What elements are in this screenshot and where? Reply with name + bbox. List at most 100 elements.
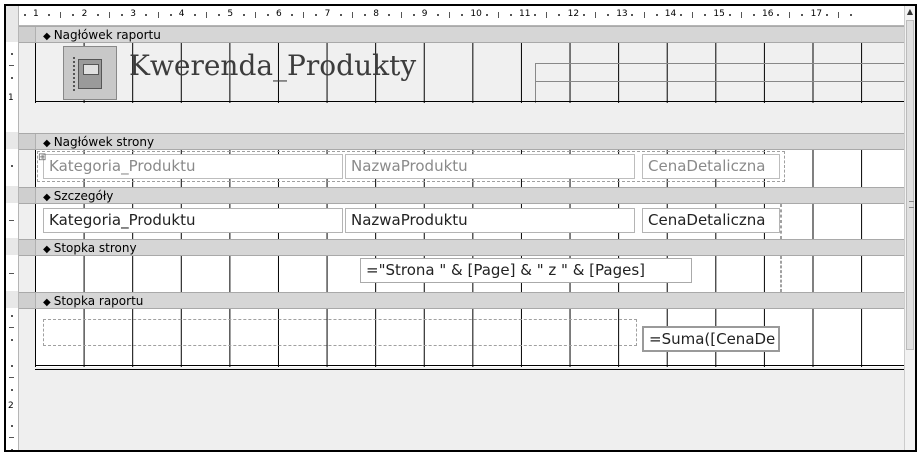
ruler-number: 9 xyxy=(421,9,428,19)
ruler-corner[interactable] xyxy=(6,6,19,25)
ruler-tick xyxy=(11,339,13,341)
ruler-tick xyxy=(789,12,791,18)
ruler-tick xyxy=(655,14,658,16)
ruler-section-band xyxy=(6,186,18,203)
ruler-tick xyxy=(218,14,221,16)
empty-layout-cells xyxy=(43,319,637,346)
section-selector[interactable] xyxy=(19,188,36,203)
ruler-number: 2 xyxy=(8,401,14,411)
ruler-tick xyxy=(582,14,585,16)
section-title: Nagłówek strony xyxy=(53,135,155,149)
label-kategoria-produktu[interactable]: Kategoria_Produktu xyxy=(43,154,343,179)
ruler-tick xyxy=(594,12,596,18)
ruler-tick xyxy=(436,14,439,16)
ruler-tick xyxy=(11,165,13,167)
textbox-cena-detaliczna[interactable]: CenaDetaliczna xyxy=(642,208,780,233)
ruler-tick xyxy=(631,14,634,16)
section-arrow-icon: ◆ xyxy=(43,244,51,255)
section-bar-details[interactable]: ◆ Szczegóły xyxy=(19,187,911,204)
section-bar-report-header[interactable]: ◆ Nagłówek raportu xyxy=(19,26,911,43)
ruler-tick xyxy=(60,12,62,18)
report-design-view: 1 2 3 4 5 6 7 8 9 10 11 12 13 14 15 16 17 12 ◆ Nagłówek r… xyxy=(4,4,917,452)
textbox-page-number[interactable]: ="Strona " & [Page] & " z " & [Pages] xyxy=(360,258,692,283)
section-title: Szczegóły xyxy=(53,189,114,203)
textbox-sum-cena[interactable]: =Suma([CenaDe xyxy=(642,326,780,352)
section-bar-page-header[interactable]: ◆ Nagłówek strony xyxy=(19,133,911,150)
ruler-tick xyxy=(11,389,13,391)
ruler-tick xyxy=(485,14,488,16)
section-title: Nagłówek raportu xyxy=(53,28,161,42)
ruler-tick xyxy=(9,220,14,221)
ruler-tick xyxy=(752,14,755,16)
ruler-tick xyxy=(145,14,148,16)
scrollbar-thumb[interactable] xyxy=(906,20,914,350)
ruler-tick xyxy=(9,437,14,438)
section-arrow-icon: ◆ xyxy=(43,297,51,308)
page-header-band[interactable]: Kategoria_Produktu NazwaProduktu CenaDet… xyxy=(35,150,911,187)
ruler-tick xyxy=(9,273,14,274)
details-band[interactable]: Kategoria_Produktu NazwaProduktu CenaDet… xyxy=(35,204,911,239)
textbox-nazwa-produktu[interactable]: NazwaProduktu xyxy=(345,208,635,233)
ruler-number: 1 xyxy=(33,9,39,19)
ruler-tick xyxy=(534,14,537,16)
ruler-number: 14 xyxy=(664,9,677,19)
layout-move-icon[interactable]: ⊞ xyxy=(38,152,46,163)
ruler-tick xyxy=(740,12,742,18)
ruler-tick xyxy=(108,12,110,18)
section-arrow-icon: ◆ xyxy=(43,138,51,149)
ruler-number: 17 xyxy=(810,9,823,19)
ruler-tick xyxy=(72,14,75,16)
vertical-scrollbar[interactable]: ▲ xyxy=(904,6,915,450)
section-selector[interactable] xyxy=(19,134,36,149)
ruler-number: 12 xyxy=(567,9,580,19)
empty-design-area[interactable] xyxy=(19,371,911,450)
ruler-tick xyxy=(692,12,694,18)
ruler-number: 2 xyxy=(81,9,88,19)
scroll-up-arrow-icon[interactable]: ▲ xyxy=(905,6,915,18)
section-selector[interactable] xyxy=(19,240,36,255)
report-title[interactable]: Kwerenda_Produkty xyxy=(129,49,416,82)
section-arrow-icon: ◆ xyxy=(43,192,51,203)
ruler-tick xyxy=(777,14,780,16)
ruler-number: 16 xyxy=(762,9,774,19)
section-title: Stopka raportu xyxy=(53,294,144,308)
section-selector[interactable] xyxy=(19,293,36,308)
ruler-tick xyxy=(704,14,707,16)
textbox-kategoria-produktu[interactable]: Kategoria_Produktu xyxy=(43,208,343,233)
page-footer-band[interactable]: ="Strona " & [Page] & " z " & [Pages] xyxy=(35,256,911,292)
ruler-tick xyxy=(837,12,839,18)
ruler-tick xyxy=(825,14,828,16)
ruler-tick xyxy=(266,14,269,16)
ruler-section-band xyxy=(6,238,18,255)
label-cena-detaliczna[interactable]: CenaDetaliczna xyxy=(642,154,780,179)
ruler-tick xyxy=(449,12,451,18)
report-canvas: ◆ Nagłówek raportu Kwerenda_Produkty ◆ Nag… xyxy=(19,26,911,450)
report-book-icon[interactable] xyxy=(63,46,117,100)
ruler-tick xyxy=(193,14,196,16)
ruler-number: 3 xyxy=(130,9,136,19)
ruler-tick xyxy=(206,12,208,18)
section-bar-report-footer[interactable]: ◆ Stopka raportu xyxy=(19,292,911,309)
section-selector[interactable] xyxy=(19,27,36,42)
ruler-tick xyxy=(558,14,561,16)
ruler-tick xyxy=(643,12,645,18)
ruler-number: 13 xyxy=(616,9,628,19)
ruler-tick xyxy=(412,14,415,16)
horizontal-ruler[interactable]: 1 2 3 4 5 6 7 8 9 10 11 12 13 14 15 16 17 xyxy=(6,6,911,26)
ruler-tick xyxy=(801,14,804,16)
ruler-tick xyxy=(546,12,548,18)
section-bar-page-footer[interactable]: ◆ Stopka strony xyxy=(19,239,911,256)
ruler-tick xyxy=(364,14,367,16)
ruler-tick xyxy=(303,12,305,18)
ruler-tick xyxy=(11,315,13,317)
label-nazwa-produktu[interactable]: NazwaProduktu xyxy=(345,154,635,179)
ruler-tick xyxy=(96,14,99,16)
ruler-number: 6 xyxy=(276,9,282,19)
ruler-tick xyxy=(315,14,318,16)
ruler-number: 1 xyxy=(8,93,14,103)
ruler-section-band xyxy=(6,132,18,149)
section-title: Stopka strony xyxy=(53,241,137,255)
report-header-band[interactable]: Kwerenda_Produkty xyxy=(35,43,911,103)
report-footer-band[interactable]: =Suma([CenaDe xyxy=(35,309,911,367)
vertical-ruler[interactable]: 12 xyxy=(6,25,19,450)
